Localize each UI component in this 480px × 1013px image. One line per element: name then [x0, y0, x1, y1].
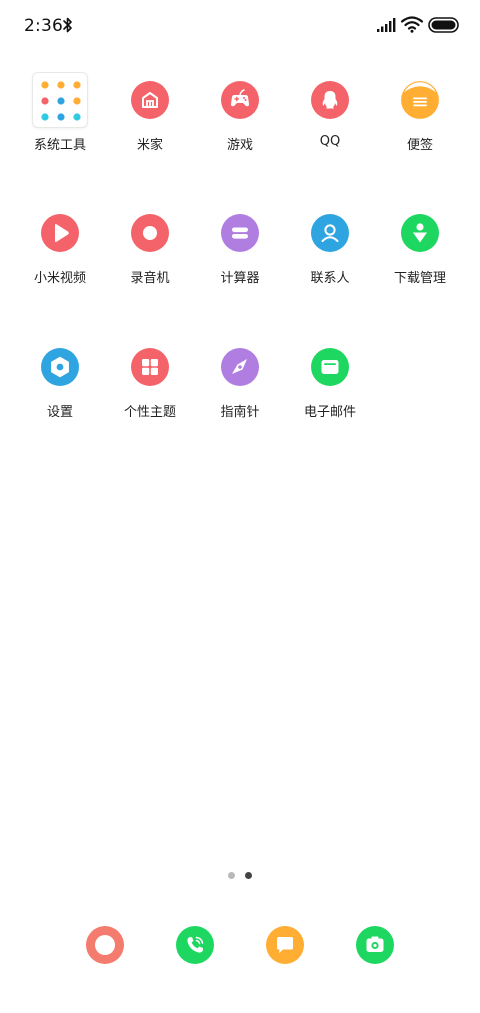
status-time: 2:36 [24, 16, 63, 36]
record-icon [131, 214, 169, 252]
download-icon [401, 214, 439, 252]
app-label: QQ [319, 134, 341, 149]
calculator-icon [221, 214, 259, 252]
themes-icon [131, 348, 169, 386]
browser-icon [86, 926, 124, 964]
video-play-icon [41, 214, 79, 252]
compass-icon [221, 348, 259, 386]
app-calculator[interactable]: 计算器 [195, 214, 285, 314]
app-recorder[interactable]: 录音机 [105, 214, 195, 314]
signal-icon [377, 18, 396, 32]
camera-icon [356, 926, 394, 964]
dock-messages[interactable] [266, 926, 304, 964]
phone-icon [176, 926, 214, 964]
app-settings[interactable]: 设置 [15, 348, 105, 448]
app-qq[interactable]: QQ [285, 81, 375, 181]
gear-icon [41, 348, 79, 386]
app-label: 系统工具 [33, 138, 86, 153]
dock [0, 926, 480, 964]
page-dot-2[interactable] [245, 872, 252, 879]
wifi-icon [401, 16, 423, 33]
app-contacts[interactable]: 联系人 [285, 214, 375, 314]
notes-icon [401, 81, 439, 119]
app-label: 个性主题 [123, 405, 176, 420]
contacts-icon [311, 214, 349, 252]
page-indicator [0, 872, 480, 879]
app-label: 设置 [46, 405, 73, 420]
app-label: 游戏 [226, 138, 253, 153]
gamepad-icon [221, 81, 259, 119]
dock-camera[interactable] [356, 926, 394, 964]
app-label: 计算器 [220, 271, 260, 286]
app-label: 米家 [136, 138, 163, 153]
home-screen: 2:36 系统工具 米家 游戏 QQ 便签 小米视频 录音机 计算器 联系人 下… [0, 0, 480, 1013]
app-label: 小米视频 [33, 271, 86, 286]
app-label: 指南针 [220, 405, 260, 420]
app-mijia[interactable]: 米家 [105, 81, 195, 181]
bluetooth-icon [63, 17, 72, 33]
page-dot-1[interactable] [228, 872, 235, 879]
app-email[interactable]: 电子邮件 [285, 348, 375, 448]
app-label: 录音机 [130, 271, 170, 286]
app-label: 下载管理 [393, 271, 446, 286]
app-label: 电子邮件 [303, 405, 356, 420]
messages-icon [266, 926, 304, 964]
app-themes[interactable]: 个性主题 [105, 348, 195, 448]
app-folder-system-tools[interactable]: 系统工具 [15, 72, 105, 181]
dock-phone[interactable] [176, 926, 214, 964]
email-icon [311, 348, 349, 386]
app-games[interactable]: 游戏 [195, 81, 285, 181]
app-label: 联系人 [310, 271, 350, 286]
battery-icon [428, 17, 459, 33]
mijia-home-icon [131, 81, 169, 119]
app-downloads[interactable]: 下载管理 [375, 214, 465, 314]
qq-penguin-icon [311, 81, 349, 119]
app-notes[interactable]: 便签 [375, 81, 465, 181]
status-bar: 2:36 [0, 0, 480, 52]
app-label: 便签 [406, 138, 433, 153]
dock-browser[interactable] [86, 926, 124, 964]
app-compass[interactable]: 指南针 [195, 348, 285, 448]
folder-icon [32, 72, 88, 128]
app-mi-video[interactable]: 小米视频 [15, 214, 105, 314]
